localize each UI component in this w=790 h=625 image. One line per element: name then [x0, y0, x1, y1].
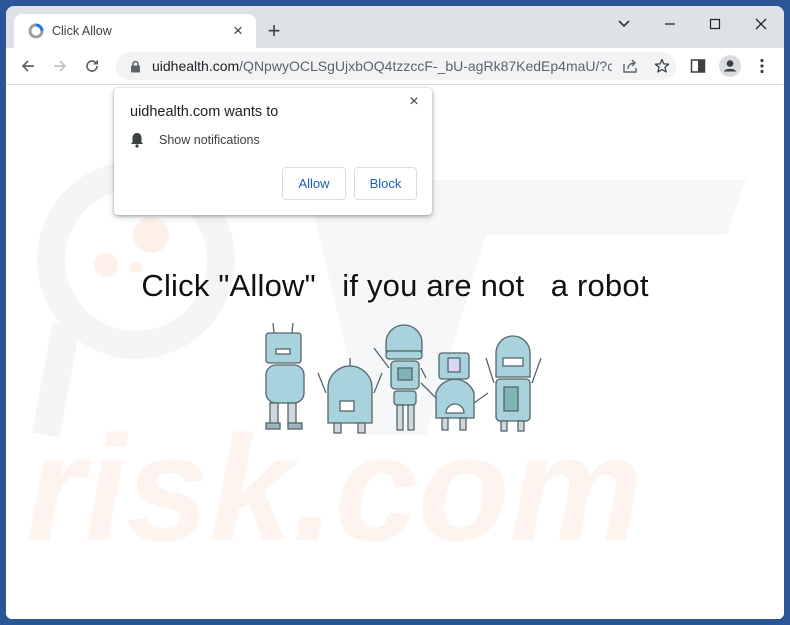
forward-button[interactable] — [46, 52, 74, 80]
side-panel-button[interactable] — [684, 52, 712, 80]
menu-button[interactable] — [748, 52, 776, 80]
new-tab-button[interactable]: + — [262, 18, 286, 43]
robot-1 — [265, 322, 305, 430]
loading-spinner-icon — [28, 23, 44, 39]
url-text[interactable]: uidhealth.com/QNpwyOCLSgUjxbOQ4tzzccF-_b… — [152, 58, 612, 74]
maximize-button[interactable] — [693, 10, 737, 38]
robot-4 — [420, 352, 489, 431]
menu-kebab-icon — [760, 58, 764, 74]
side-panel-icon — [690, 59, 706, 73]
block-button[interactable]: Block — [354, 167, 417, 200]
minimize-button[interactable] — [648, 10, 692, 38]
tab-title: Click Allow — [52, 24, 112, 38]
bookmark-star-icon[interactable] — [648, 52, 676, 80]
robots-illustration — [265, 322, 542, 434]
permission-row: Show notifications — [130, 132, 260, 148]
lock-icon[interactable] — [128, 59, 142, 73]
address-bar[interactable]: uidhealth.com/QNpwyOCLSgUjxbOQ4tzzccF-_b… — [116, 52, 676, 80]
url-path: /QNpwyOCLSgUjxbOQ4tzzccF-_bU-agRk87KedEp… — [239, 58, 612, 74]
tab-close-button[interactable]: × — [226, 19, 250, 43]
bell-icon — [131, 133, 143, 148]
close-window-button[interactable] — [739, 10, 783, 38]
reload-icon — [86, 60, 98, 72]
profile-button[interactable] — [716, 52, 744, 80]
allow-button[interactable]: Allow — [282, 167, 346, 200]
robot-2 — [317, 358, 383, 434]
reload-button[interactable] — [78, 52, 106, 80]
url-domain: uidhealth.com — [152, 58, 240, 74]
minimize-icon — [665, 23, 675, 25]
robot-5 — [485, 335, 542, 432]
toolbar: uidhealth.com/QNpwyOCLSgUjxbOQ4tzzccF-_b… — [6, 48, 784, 85]
notification-permission-popup: uidhealth.com wants to × Show notificati… — [114, 88, 432, 215]
profile-icon — [719, 55, 741, 77]
title-bar: Click Allow × + — [6, 6, 784, 48]
forward-arrow-icon — [54, 60, 67, 72]
browser-window: Click Allow × + uidhealth.com/QNpwyOCLSg… — [6, 6, 784, 619]
close-icon — [755, 18, 767, 30]
chevron-down-icon — [618, 20, 630, 28]
back-button[interactable] — [14, 52, 42, 80]
share-icon[interactable] — [616, 52, 644, 80]
robot-3 — [373, 324, 427, 431]
page-content: risk.com Click "Allow" if you are not a … — [6, 85, 784, 619]
permission-label: Show notifications — [159, 133, 260, 147]
headline: Click "Allow" if you are not a robot — [141, 268, 649, 303]
back-arrow-icon — [21, 60, 34, 72]
tab-search-button[interactable] — [602, 10, 646, 38]
tab-active[interactable]: Click Allow × — [14, 14, 256, 48]
popup-close-button[interactable]: × — [404, 92, 424, 112]
maximize-icon — [709, 18, 721, 30]
popup-title: uidhealth.com wants to — [130, 104, 279, 120]
